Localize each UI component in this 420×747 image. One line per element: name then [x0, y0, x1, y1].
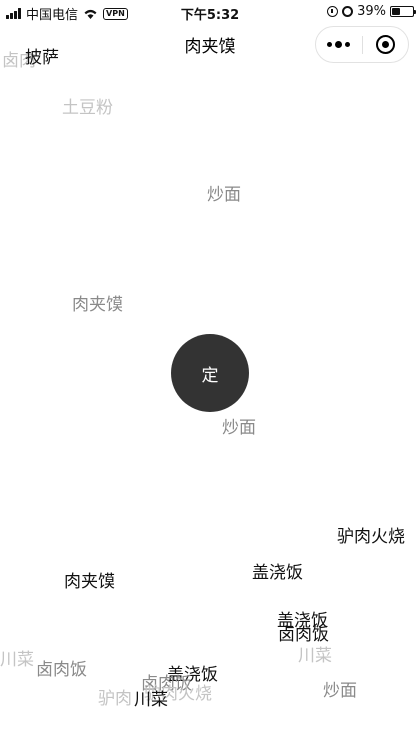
battery-percent: 39%: [357, 4, 386, 19]
decide-button[interactable]: 定: [171, 334, 249, 412]
floating-word: 肉夹馍: [64, 572, 115, 592]
floating-word: 卤肉饭: [36, 660, 87, 680]
floating-word: 披萨: [25, 48, 59, 68]
status-bar: 中国电信 VPN 下午5:32 39%: [0, 0, 420, 24]
close-button[interactable]: [362, 27, 408, 62]
floating-word: 盖浇饭: [252, 563, 303, 583]
mini-program-capsule: [315, 26, 409, 63]
more-button[interactable]: [316, 27, 362, 62]
floating-word: 川菜: [298, 646, 332, 666]
target-icon: [375, 35, 395, 54]
floating-word: 川菜: [134, 690, 168, 710]
floating-word: 驴肉: [98, 689, 132, 709]
floating-word: 炒面: [207, 185, 241, 205]
status-right: 39%: [327, 4, 416, 19]
floating-word: 卤肉饭: [278, 625, 329, 645]
floating-word: 炒面: [323, 681, 357, 701]
floating-word: 土豆粉: [62, 98, 113, 118]
rotation-lock-icon: [327, 6, 339, 17]
battery-level: [392, 8, 400, 15]
alarm-icon: [342, 6, 354, 17]
floating-word: 川菜: [0, 650, 34, 670]
floating-word: 驴肉火烧: [337, 527, 405, 547]
floating-word: 炒面: [222, 418, 256, 438]
floating-word: 肉夹馍: [72, 295, 123, 315]
battery-icon: [390, 6, 416, 17]
